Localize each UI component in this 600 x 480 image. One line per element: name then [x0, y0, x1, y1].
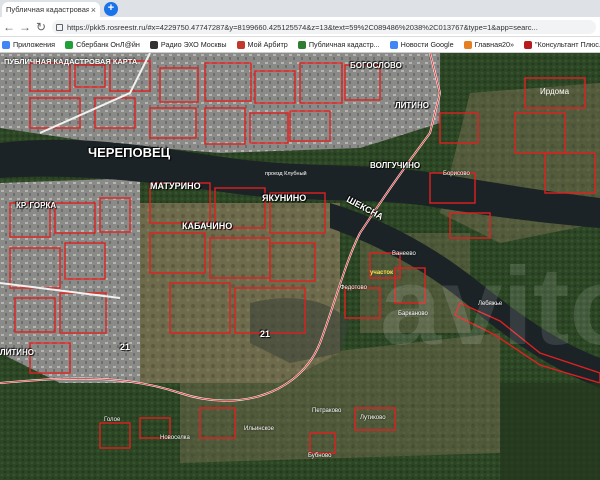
page-root: Публичная кадастровая карта × + ← → ↻ ht…	[0, 0, 600, 480]
bookmark-icon	[2, 40, 10, 49]
bookmark-icon	[297, 40, 306, 49]
bookmark-item[interactable]: Приложения	[2, 40, 55, 49]
tab-title: Публичная кадастровая карта	[6, 5, 89, 14]
bookmark-label: Приложения	[13, 40, 56, 49]
close-icon[interactable]: ×	[91, 5, 96, 15]
label-litino: ЛИТИНО	[395, 101, 429, 110]
city-label-cherepovets: ЧЕРЕПОВЕЦ	[88, 145, 171, 160]
bookmark-item[interactable]: Сбербанк ОнЛ@йн	[65, 40, 140, 49]
tab-bar: Публичная кадастровая карта × +	[0, 0, 600, 17]
label-borisovo: Борисово	[443, 171, 470, 177]
bookmark-item[interactable]: "Консультант Плюс...	[523, 40, 600, 49]
label-volguchino: ВОЛГУЧИНО	[370, 161, 421, 170]
label-uchastok: участок	[370, 270, 394, 276]
road-number-21: 21	[260, 329, 271, 339]
back-arrow-icon[interactable]: ←	[2, 20, 16, 34]
cadastral-map[interactable]: ПУБЛИЧНАЯ КАДАСТРОВАЯ КАРТА ЧЕРЕПОВЕЦ БО…	[0, 53, 600, 480]
bookmark-icon	[463, 40, 472, 49]
bookmark-item[interactable]: Главная20»	[463, 40, 514, 49]
forward-arrow-icon[interactable]: →	[18, 20, 32, 34]
label-lutikovo: Лутиково	[360, 415, 386, 421]
bookmark-icon	[523, 40, 532, 49]
new-tab-button[interactable]: +	[104, 2, 118, 16]
label-matyrino: МАТУРИНО	[150, 181, 201, 191]
bookmark-label: Мой Арбитр	[247, 40, 288, 49]
tab-cadastral-map[interactable]: Публичная кадастровая карта ×	[2, 2, 100, 17]
reload-icon[interactable]: ↻	[34, 20, 48, 34]
label-lebyazhe: Лебяжье	[478, 301, 503, 307]
map-header: ПУБЛИЧНАЯ КАДАСТРОВАЯ КАРТА	[4, 57, 138, 66]
bookmark-item[interactable]: Мой Арбитр	[236, 40, 288, 49]
bookmark-icon	[149, 40, 158, 49]
label-kr-gorka: КР. ГОРКА	[16, 201, 57, 210]
bookmark-label: Публичная кадастр...	[308, 40, 380, 49]
label-irdoma: Ирдома	[540, 87, 570, 96]
label-petrakovo: Петраково	[312, 408, 342, 414]
bookmark-label: "Консультант Плюс...	[534, 40, 600, 49]
label-bogoslovo: БОГОСЛОВО	[350, 61, 402, 70]
bookmark-icon	[389, 40, 398, 49]
bookmark-label: Радио ЭХО Москвы	[160, 40, 227, 49]
label-barkanovo: Барканово	[398, 311, 428, 317]
bookmark-item[interactable]: Новости Google	[389, 40, 454, 49]
label-litino-west: ЛИТИНО	[0, 348, 34, 357]
url-text: https://pkk5.rosreestr.ru/#x=4229750.477…	[67, 22, 538, 32]
label-ilinskoe: Ильинское	[244, 426, 274, 432]
label-vaneevo: Ванеево	[392, 251, 416, 257]
bookmark-label: Новости Google	[400, 40, 454, 49]
label-goloe: Голое	[104, 417, 121, 423]
label-bubnovo: Бубново	[308, 453, 332, 459]
bookmarks-bar: Приложения Сбербанк ОнЛ@йн Радио ЭХО Москв…	[0, 37, 600, 53]
bookmark-item[interactable]: Публичная кадастр...	[297, 40, 380, 49]
road-number-21-west: 21	[120, 342, 131, 352]
bookmark-icon	[236, 40, 245, 49]
label-road-club: проезд Клубный	[265, 171, 307, 177]
bookmark-icon	[65, 40, 74, 49]
label-kabachino: КАБАЧИНО	[182, 221, 233, 231]
bookmark-label: Сбербанк ОнЛ@йн	[76, 40, 140, 49]
label-yakunino: ЯКУНИНО	[262, 193, 307, 203]
label-novoselka: Новоселка	[160, 435, 190, 441]
label-fedotovo: Федотово	[340, 285, 367, 291]
satellite-image	[0, 53, 600, 480]
address-bar: ← → ↻ https://pkk5.rosreestr.ru/#x=42297…	[0, 17, 600, 37]
url-field[interactable]: https://pkk5.rosreestr.ru/#x=4229750.477…	[52, 20, 596, 34]
bookmark-label: Главная20»	[474, 40, 514, 49]
lock-icon	[56, 23, 63, 31]
bookmark-item[interactable]: Радио ЭХО Москвы	[149, 40, 227, 49]
